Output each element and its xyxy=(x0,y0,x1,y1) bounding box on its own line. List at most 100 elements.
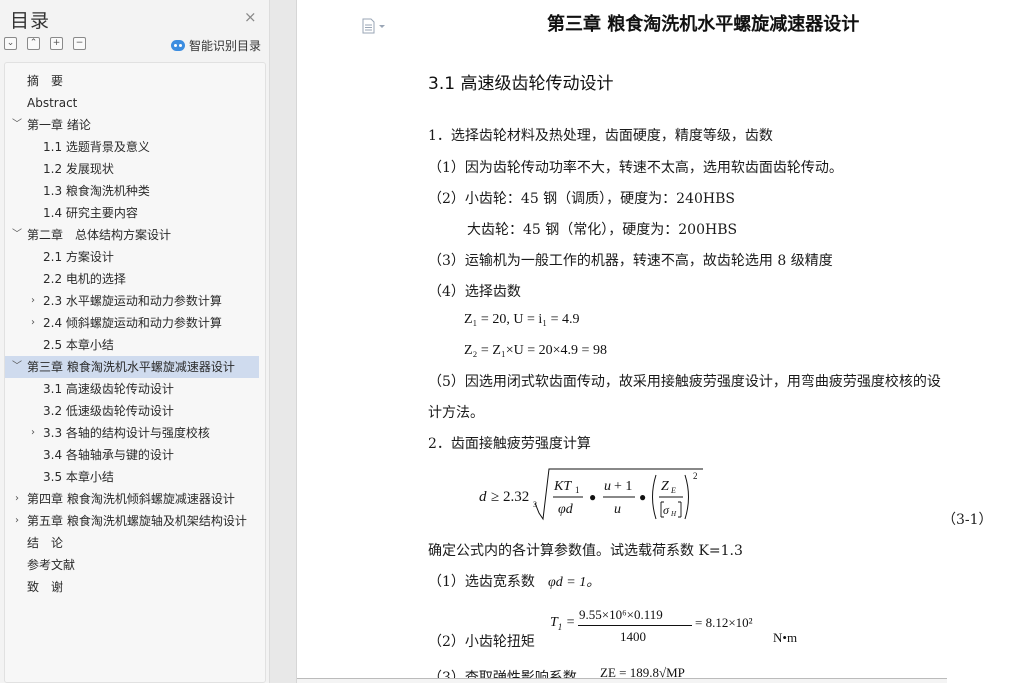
text-line: 大齿轮：45 钢（常化），硬度为：200HBS xyxy=(467,222,738,238)
close-icon[interactable]: × xyxy=(244,8,257,26)
text-line: （3）运输机为一般工作的机器，转速不高，故齿轮选用 8 级精度 xyxy=(428,253,833,269)
svg-text:E: E xyxy=(670,486,676,495)
toc-item[interactable]: 摘 要 xyxy=(5,70,267,92)
toc-item-label: 2.4 倾斜螺旋运动和动力参数计算 xyxy=(43,316,222,330)
equation-z2: Z₂ = Z₁×U = 20×4.9 = 98 xyxy=(464,343,607,358)
svg-text:d: d xyxy=(479,489,487,505)
toc-toolbar: ⌄ ⌃ + − xyxy=(4,37,86,50)
toc-item[interactable]: 3.4 各轴轴承与键的设计 xyxy=(5,444,267,466)
svg-text:u: u xyxy=(604,479,611,494)
chevron-right-icon[interactable]: › xyxy=(27,312,39,334)
toc-item-label: 3.1 高速级齿轮传动设计 xyxy=(43,382,174,396)
chapter-title: 第三章 粮食淘洗机水平螺旋减速器设计 xyxy=(547,14,860,35)
equation-number: （3-1） xyxy=(942,512,993,528)
toc-panel: 摘 要 Abstract ﹀ 第一章 绪论 1.1 选题背景及意义 1.2 发展现状 1.3… xyxy=(4,62,266,683)
toc-item[interactable]: 2.5 本章小结 xyxy=(5,334,267,356)
toc-item[interactable]: 参考文献 xyxy=(5,554,267,576)
toc-item[interactable]: Abstract xyxy=(5,92,267,114)
text-line: 确定公式内的各计算参数值。试选载荷系数 K=1.3 xyxy=(428,543,743,559)
svg-text:2: 2 xyxy=(693,471,698,481)
toc-list: 摘 要 Abstract ﹀ 第一章 绪论 1.1 选题背景及意义 1.2 发展现状 1.3… xyxy=(5,70,267,598)
toc-item[interactable]: › 2.4 倾斜螺旋运动和动力参数计算 xyxy=(5,312,267,334)
toc-item[interactable]: 结 论 xyxy=(5,532,267,554)
text-line: 2．齿面接触疲劳强度计算 xyxy=(428,436,591,452)
toc-item-label: 3.2 低速级齿轮传动设计 xyxy=(43,404,174,418)
svg-text:1: 1 xyxy=(575,485,580,495)
toc-item[interactable]: › 第五章 粮食淘洗机螺旋轴及机架结构设计 xyxy=(5,510,267,532)
toc-item[interactable]: 2.1 方案设计 xyxy=(5,246,267,268)
toc-item-label: 2.2 电机的选择 xyxy=(43,272,126,286)
svg-text:+ 1: + 1 xyxy=(614,479,632,494)
chevron-right-icon[interactable]: › xyxy=(11,488,23,510)
toc-item-label: Abstract xyxy=(27,96,78,110)
toc-item-label: 2.5 本章小结 xyxy=(43,338,114,352)
toc-item[interactable]: 3.2 低速级齿轮传动设计 xyxy=(5,400,267,422)
toc-item-label: 3.5 本章小结 xyxy=(43,470,114,484)
smart-toc-button[interactable]: 智能识别目录 xyxy=(171,37,261,54)
toc-item-label: 1.4 研究主要内容 xyxy=(43,206,138,220)
chevron-right-icon[interactable]: › xyxy=(11,510,23,532)
svg-text:●: ● xyxy=(639,490,646,504)
svg-text:Z: Z xyxy=(661,479,669,494)
equation-z1: Z₁ = 20, U = i₁ = 4.9 xyxy=(464,312,580,327)
text-line: （1）选齿宽系数 xyxy=(428,574,535,590)
toc-item-label: 1.3 粮食淘洗机种类 xyxy=(43,184,150,198)
svg-text:KT: KT xyxy=(553,479,572,494)
text-line: （4）选择齿数 xyxy=(428,284,521,300)
toc-item-label: 参考文献 xyxy=(27,558,76,572)
toc-sidebar: 目录 × ⌄ ⌃ + − 智能识别目录 摘 要 Abstract ﹀ 第一章 绪论 1.… xyxy=(0,0,270,683)
svg-text:φd: φd xyxy=(558,502,574,517)
toc-item-label: 摘 要 xyxy=(27,74,64,88)
fraction-bar xyxy=(578,625,692,626)
toc-item-label: 结 论 xyxy=(27,536,64,550)
toc-item[interactable]: 1.4 研究主要内容 xyxy=(5,202,267,224)
remove-heading-icon[interactable]: − xyxy=(73,37,86,50)
toc-item[interactable]: 3.1 高速级齿轮传动设计 xyxy=(5,378,267,400)
svg-text:u: u xyxy=(614,502,621,517)
toc-item[interactable]: 1.2 发展现状 xyxy=(5,158,267,180)
svg-text:●: ● xyxy=(589,490,596,504)
chevron-right-icon[interactable]: › xyxy=(27,290,39,312)
equation-phi: φd = 1。 xyxy=(548,575,601,590)
toc-item-label: 3.4 各轴轴承与键的设计 xyxy=(43,448,174,462)
toc-item[interactable]: 3.5 本章小结 xyxy=(5,466,267,488)
toc-item[interactable]: 2.2 电机的选择 xyxy=(5,268,267,290)
expand-all-icon[interactable]: ⌄ xyxy=(4,37,17,50)
robot-icon xyxy=(171,40,185,51)
toc-item-label: 1.2 发展现状 xyxy=(43,162,114,176)
horizontal-scrollbar[interactable] xyxy=(297,678,947,683)
toc-item[interactable]: ﹀ 第二章 总体结构方案设计 xyxy=(5,224,267,246)
toc-item-label: 第四章 粮食淘洗机倾斜螺旋减速器设计 xyxy=(27,492,235,506)
toc-item[interactable]: 致 谢 xyxy=(5,576,267,598)
toc-item[interactable]: › 2.3 水平螺旋运动和动力参数计算 xyxy=(5,290,267,312)
formula-3-1: d ≥ 2.32 3 KT 1 φd ● u + 1 u ● Z E σ H 2 xyxy=(479,468,703,521)
text-line: （5）因选用闭式软齿面传动，故采用接触疲劳强度设计，用弯曲疲劳强度校核的设 xyxy=(428,374,941,390)
svg-text:≥ 2.32: ≥ 2.32 xyxy=(491,489,529,505)
svg-text:H: H xyxy=(670,510,677,518)
toc-item-label: 第二章 总体结构方案设计 xyxy=(27,228,172,242)
text-line: （1）因为齿轮传动功率不大，转速不太高，选用软齿面齿轮传动。 xyxy=(428,160,843,176)
equation-t1-unit: N•m xyxy=(773,630,798,645)
add-heading-icon[interactable]: + xyxy=(50,37,63,50)
toc-item[interactable]: › 第四章 粮食淘洗机倾斜螺旋减速器设计 xyxy=(5,488,267,510)
document-icon[interactable] xyxy=(361,18,387,34)
toc-item-label: 第三章 粮食淘洗机水平螺旋减速器设计 xyxy=(27,360,235,374)
toc-item-label: 致 谢 xyxy=(27,580,64,594)
chevron-right-icon[interactable]: › xyxy=(27,422,39,444)
collapse-all-icon[interactable]: ⌃ xyxy=(27,37,40,50)
toc-item[interactable]: › 3.3 各轴的结构设计与强度校核 xyxy=(5,422,267,444)
chevron-down-icon[interactable]: ﹀ xyxy=(11,356,23,378)
toc-item-label: 2.1 方案设计 xyxy=(43,250,114,264)
equation-t1-symbol: T1 = xyxy=(550,615,576,632)
toc-item[interactable]: 1.1 选题背景及意义 xyxy=(5,136,267,158)
document-page: 第三章 粮食淘洗机水平螺旋减速器设计 3.1 高速级齿轮传动设计 1．选择齿轮材… xyxy=(296,0,1030,683)
chevron-down-icon[interactable]: ﹀ xyxy=(11,224,23,246)
toc-item-label: 1.1 选题背景及意义 xyxy=(43,140,150,154)
toc-item[interactable]: 1.3 粮食淘洗机种类 xyxy=(5,180,267,202)
toc-item[interactable]: ﹀ 第三章 粮食淘洗机水平螺旋减速器设计 xyxy=(5,356,259,378)
equation-t1-result: = 8.12×10² xyxy=(695,615,753,630)
chevron-down-icon[interactable]: ﹀ xyxy=(11,114,23,136)
toc-item[interactable]: ﹀ 第一章 绪论 xyxy=(5,114,267,136)
toc-item-label: 2.3 水平螺旋运动和动力参数计算 xyxy=(43,294,222,308)
svg-text:σ: σ xyxy=(663,503,670,517)
